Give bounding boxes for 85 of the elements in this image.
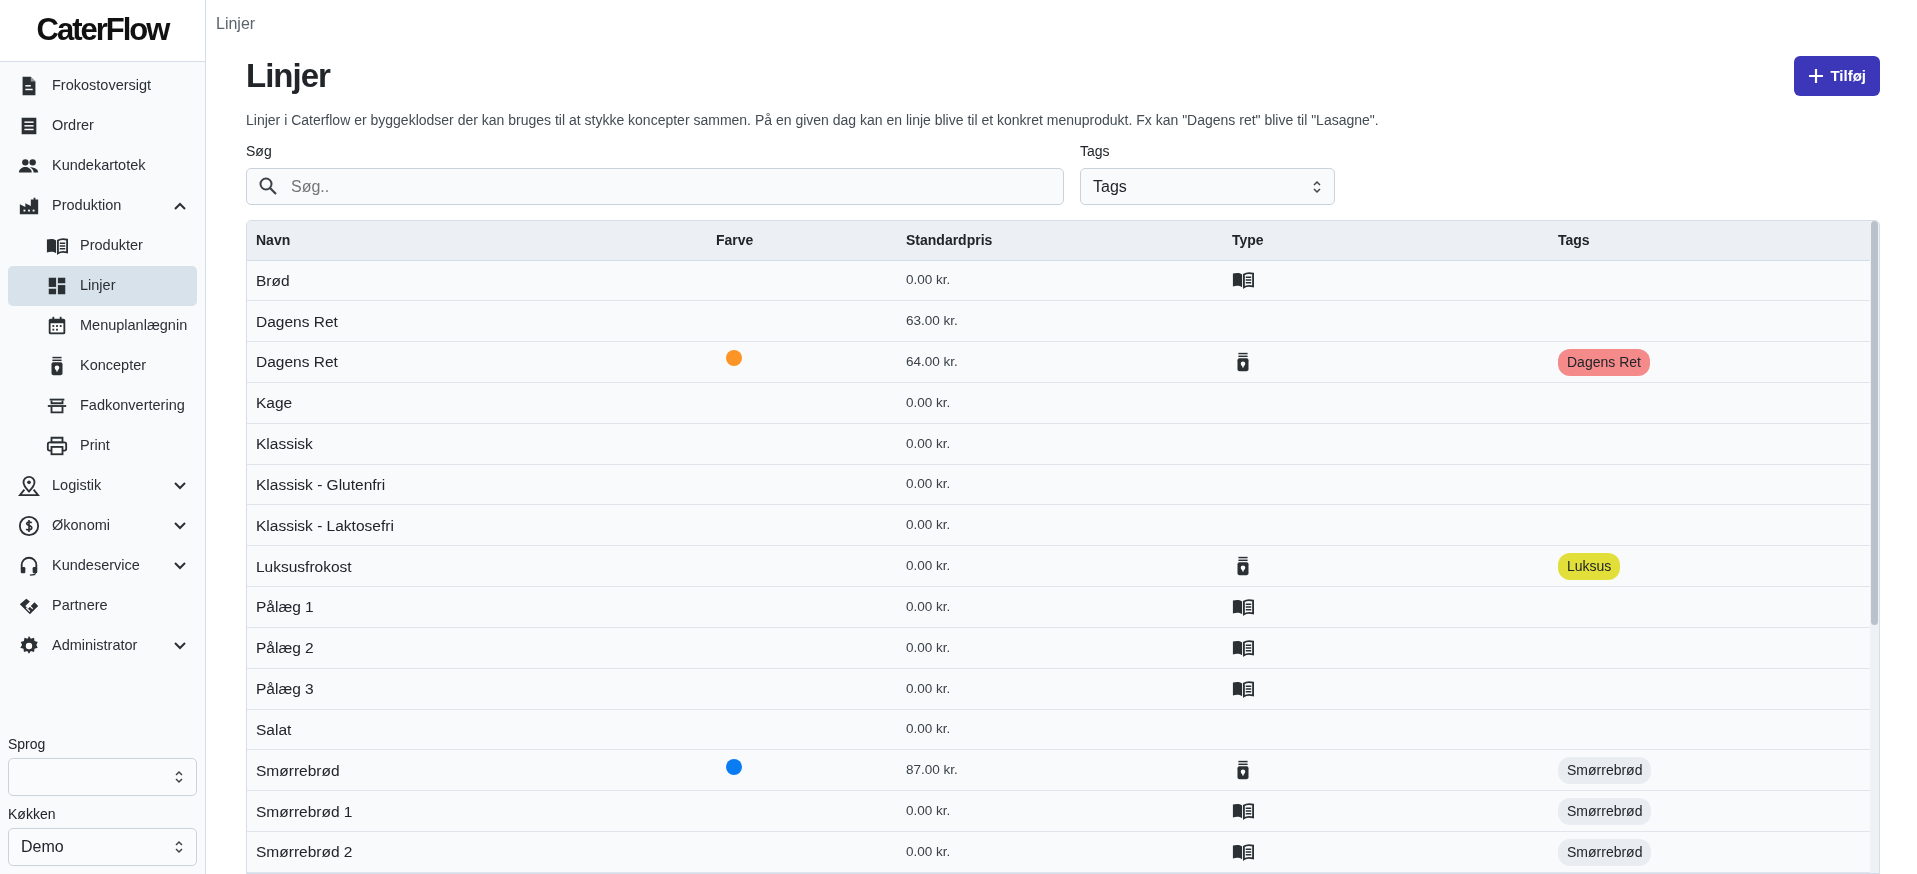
table-cell: 0.00 kr.: [897, 627, 1223, 669]
table-cell: 0.00 kr.: [897, 709, 1223, 750]
table-cell: Pålæg 1: [247, 586, 707, 628]
search-field[interactable]: Søg..: [246, 168, 1064, 205]
table-cell: Smørrebrød: [247, 749, 707, 791]
up-down-caret-icon: [174, 839, 184, 855]
language-select[interactable]: [8, 758, 197, 796]
book-icon: [46, 235, 68, 257]
calendar-icon: [46, 315, 68, 337]
book-icon: [1232, 841, 1254, 864]
dollar-icon: [18, 515, 40, 537]
map-pin-icon: [18, 475, 40, 497]
sidebar-item[interactable]: Partnere: [8, 586, 197, 626]
headset-icon: [18, 555, 40, 577]
tag: Luksus: [1558, 552, 1621, 580]
sidebar-item[interactable]: Økonomi: [8, 506, 197, 546]
table-cell: Pålæg 3: [247, 668, 707, 710]
table-cell: 0.00 kr.: [897, 790, 1223, 832]
up-down-caret-icon: [174, 769, 184, 785]
table-cell: Klassisk - Glutenfri: [247, 464, 707, 505]
field-label: Køkken: [8, 805, 57, 824]
dashboard-icon: [46, 275, 68, 297]
tag: Smørrebrød: [1558, 797, 1652, 825]
table-cell: Klassisk - Laktosefri: [247, 504, 707, 546]
plus-icon: [1808, 68, 1825, 84]
table-cell: Smørrebrød 2: [247, 831, 707, 873]
table-cell: 0.00 kr.: [897, 382, 1223, 424]
book-icon: [1232, 269, 1254, 292]
sidebar-item[interactable]: Administrator: [8, 626, 197, 666]
sidebar-item[interactable]: Fadkonvertering: [8, 386, 197, 426]
book-icon: [1232, 596, 1254, 619]
table-cell: 87.00 kr.: [897, 749, 1223, 791]
table-cell: Brød: [247, 260, 707, 301]
sidebar-item[interactable]: Koncepter: [8, 346, 197, 386]
sidebar-item[interactable]: Kundekartotek: [8, 146, 197, 186]
table-cell: Luksusfrokost: [247, 545, 707, 587]
table-cell: 0.00 kr.: [897, 831, 1223, 873]
table-cell: 64.00 kr.: [897, 341, 1223, 383]
page-description: Linjer i Caterflow er byggeklodser der kan bruges til at stykke koncepter sammen. På en given dag kan en linje blive til et konkret menuprodukt. Fx kan "Dagens ret" blive til "Lasagne".: [246, 111, 1380, 130]
field-label: Sprog: [8, 735, 47, 754]
sidebar-item[interactable]: Produkter: [8, 226, 197, 266]
table-cell: Kage: [247, 382, 707, 424]
tags-select[interactable]: Tags: [1080, 168, 1335, 205]
sidebar-item[interactable]: Print: [8, 426, 197, 466]
kitchen-select[interactable]: Demo: [8, 828, 197, 866]
scrollbar[interactable]: [1870, 221, 1879, 873]
sidebar-item[interactable]: Kundeservice: [8, 546, 197, 586]
printer-icon: [46, 435, 68, 457]
tag: Smørrebrød: [1558, 838, 1652, 866]
table-cell: Dagens Ret: [247, 341, 707, 383]
table-cell: 0.00 kr.: [897, 464, 1223, 505]
book-icon: [1232, 800, 1254, 823]
field-label: Søg: [246, 142, 273, 161]
table-cell: 0.00 kr.: [897, 504, 1223, 546]
column-header: Tags: [1549, 221, 1870, 260]
column-header: Farve: [707, 221, 897, 260]
search-icon: [258, 176, 278, 196]
sidebar-item[interactable]: Logistik: [8, 466, 197, 506]
table-cell: 0.00 kr.: [897, 423, 1223, 465]
table-cell: 63.00 kr.: [897, 300, 1223, 342]
table-cell: Smørrebrød 1: [247, 790, 707, 832]
column-header: Type: [1223, 221, 1549, 260]
sidebar-item[interactable]: Frokostoversigt: [8, 66, 197, 106]
factory-icon: [18, 195, 40, 217]
table-cell: 0.00 kr.: [897, 586, 1223, 628]
field-label: Tags: [1080, 142, 1111, 161]
table-cell: Pålæg 2: [247, 627, 707, 669]
sidebar-item[interactable]: Ordrer: [8, 106, 197, 146]
column-header: Navn: [247, 221, 707, 260]
sidebar-item[interactable]: Produktion: [8, 186, 197, 226]
table-cell: Dagens Ret: [247, 300, 707, 342]
up-down-caret-icon: [1312, 178, 1322, 195]
column-header: Standardpris: [897, 221, 1223, 260]
breadcrumb[interactable]: Linjer: [206, 0, 266, 36]
table-cell: 0.00 kr.: [897, 668, 1223, 710]
table-cell: Salat: [247, 709, 707, 750]
sidebar-item[interactable]: Linjer: [8, 266, 197, 306]
table-cell: Klassisk: [247, 423, 707, 465]
table-cell: 0.00 kr.: [897, 545, 1223, 587]
sidebar-item[interactable]: Menuplanlægnin: [8, 306, 197, 346]
page-title: Linjer: [246, 56, 330, 96]
add-button[interactable]: Tilføj: [1794, 56, 1880, 96]
table-cell: 0.00 kr.: [897, 260, 1223, 301]
tag: Smørrebrød: [1558, 756, 1652, 784]
tag: Dagens Ret: [1558, 348, 1650, 376]
